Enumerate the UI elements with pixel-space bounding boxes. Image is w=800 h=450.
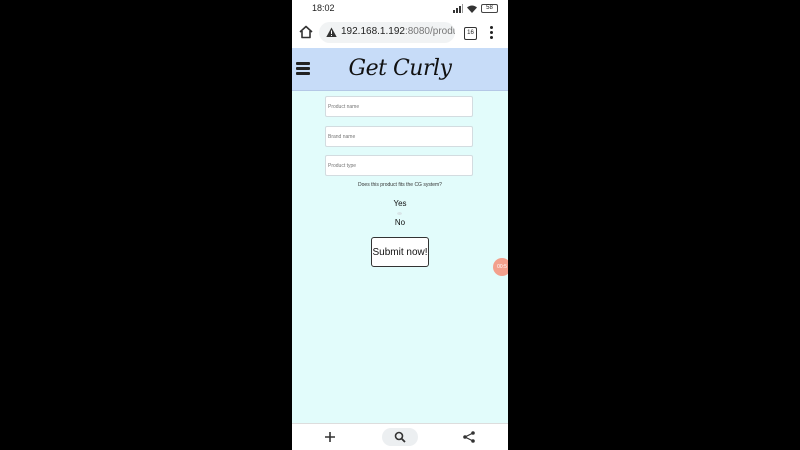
site-title: Get Curly	[348, 56, 452, 81]
floating-timer-badge[interactable]: 00:5	[493, 258, 508, 276]
tabs-button[interactable]: 16	[464, 27, 477, 40]
brand-name-input[interactable]	[325, 126, 473, 147]
radio-indicator[interactable]	[397, 212, 402, 215]
more-vert-icon[interactable]	[487, 25, 495, 41]
cg-question-label: Does this product fits the CG system?	[358, 182, 442, 188]
url-path: :8080/produc	[404, 26, 455, 37]
search-icon	[394, 431, 406, 443]
status-time: 18:02	[312, 3, 335, 13]
home-icon[interactable]	[298, 24, 314, 40]
status-bar: 18:02 58	[292, 0, 508, 17]
option-yes[interactable]: Yes	[292, 199, 508, 208]
submit-button[interactable]: Submit now!	[371, 237, 429, 267]
phone-screen: 18:02 58 192.168.1.192:8080/produc 16	[292, 0, 508, 450]
plus-icon[interactable]	[323, 430, 337, 444]
status-icons: 58	[453, 3, 498, 14]
battery-icon: 58	[481, 4, 498, 13]
url-host: 192.168.1.192	[341, 26, 405, 37]
url-text: 192.168.1.192:8080/produc	[341, 26, 455, 37]
product-type-input[interactable]	[325, 155, 473, 176]
site-header: Get Curly	[292, 48, 508, 91]
browser-toolbar: 192.168.1.192:8080/produc 16	[292, 17, 508, 49]
product-name-input[interactable]	[325, 96, 473, 117]
signal-icon	[453, 4, 463, 13]
option-no[interactable]: No	[292, 218, 508, 227]
address-bar[interactable]: 192.168.1.192:8080/produc	[319, 22, 455, 43]
share-icon[interactable]	[462, 430, 476, 444]
warning-icon[interactable]	[326, 27, 337, 38]
search-button[interactable]	[382, 428, 418, 446]
wifi-icon	[467, 5, 477, 13]
browser-bottom-bar	[292, 423, 508, 450]
